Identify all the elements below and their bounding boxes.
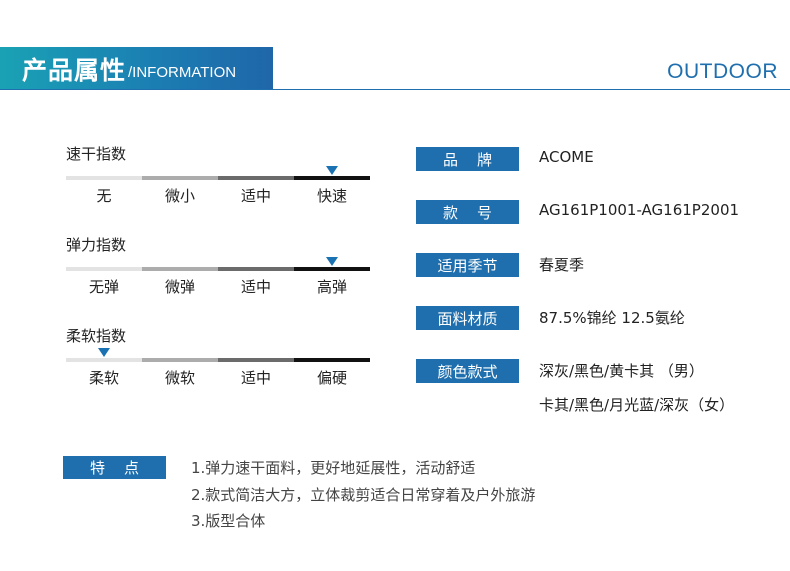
attr-value: ACOME [539, 148, 594, 166]
index-level-label: 适中 [240, 187, 271, 205]
index-level-label: 无弹 [88, 278, 119, 296]
features-label: 特 点 [63, 456, 166, 479]
feature-item: 2.款式简洁大方，立体裁剪适合日常穿着及户外旅游 [191, 485, 536, 504]
header-divider [0, 89, 790, 90]
attr-label: 面料材质 [416, 306, 519, 330]
attr-value: 深灰/黑色/黄卡其 （男） [539, 362, 704, 380]
attr-label: 适用季节 [416, 253, 519, 277]
index-marker-icon [326, 257, 338, 266]
section-header-banner: 产品属性 /INFORMATION [0, 47, 273, 90]
index-scale-bar [66, 267, 370, 271]
index-level-label: 高弹 [316, 278, 347, 296]
index-level-label: 柔软 [88, 369, 119, 387]
index-level-label: 微小 [164, 187, 195, 205]
attr-value: 87.5%锦纶 12.5氨纶 [539, 309, 685, 327]
index-title: 速干指数 [66, 145, 127, 163]
index-title: 弹力指数 [66, 236, 127, 254]
feature-item: 3.版型合体 [191, 512, 266, 530]
index-marker-icon [326, 166, 338, 175]
feature-item: 1.弹力速干面料，更好地延展性，活动舒适 [191, 459, 476, 477]
index-levels: 无 微小 适中 快速 [66, 185, 370, 206]
index-level-label: 偏硬 [316, 369, 347, 387]
attr-label: 款 号 [416, 200, 519, 224]
index-levels: 无弹 微弹 适中 高弹 [66, 276, 370, 297]
index-marker-icon [98, 348, 110, 357]
index-level-label: 快速 [316, 187, 347, 205]
index-scale-bar [66, 358, 370, 362]
brand-outdoor-label: OUTDOOR [667, 60, 778, 83]
index-level-label: 无 [96, 187, 112, 205]
attr-label: 颜色款式 [416, 359, 519, 383]
attr-label: 品 牌 [416, 147, 519, 171]
section-title-cn: 产品属性 [22, 55, 127, 85]
attr-value-secondary: 卡其/黑色/月光蓝/深灰（女） [539, 396, 735, 414]
index-level-label: 适中 [240, 278, 271, 296]
index-level-label: 微弹 [164, 278, 195, 296]
index-scale-bar [66, 176, 370, 180]
index-title: 柔软指数 [66, 327, 127, 345]
features-list: 1.弹力速干面料，更好地延展性，活动舒适 2.款式简洁大方，立体裁剪适合日常穿着… [191, 457, 535, 537]
attr-value: AG161P1001-AG161P2001 [539, 201, 740, 219]
index-level-label: 适中 [240, 369, 271, 387]
index-levels: 柔软 微软 适中 偏硬 [66, 367, 370, 388]
index-level-label: 微软 [164, 369, 195, 387]
attr-value: 春夏季 [539, 256, 585, 274]
section-title-en: /INFORMATION [128, 64, 237, 81]
